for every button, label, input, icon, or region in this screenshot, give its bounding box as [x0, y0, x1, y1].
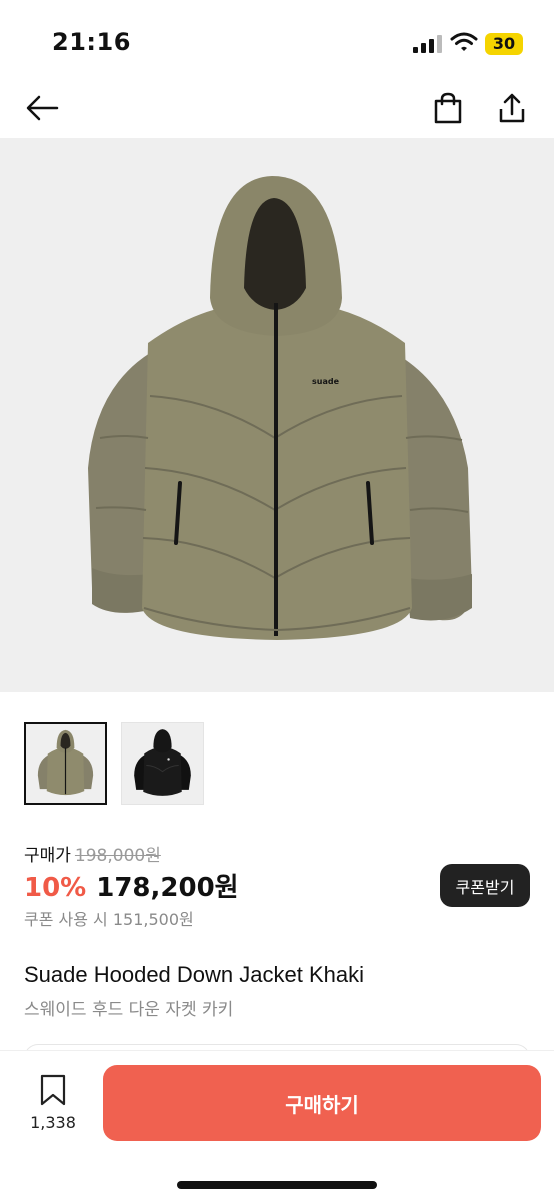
status-bar: 21:16 30: [0, 0, 554, 80]
chest-logo: suade: [312, 377, 340, 386]
product-name-en: Suade Hooded Down Jacket Khaki: [24, 962, 364, 987]
product-main-image[interactable]: suade: [0, 138, 554, 692]
buy-button[interactable]: 구매하기: [103, 1065, 541, 1141]
bottom-action-bar: 1,338 구매하기: [0, 1050, 554, 1200]
share-button[interactable]: [490, 86, 534, 130]
bookmark-count: 1,338: [30, 1113, 76, 1132]
top-nav: [0, 80, 554, 138]
shopping-bag-icon: [434, 92, 462, 124]
thumbnail-black[interactable]: [121, 722, 204, 805]
bookmark-button[interactable]: 1,338: [24, 1073, 82, 1139]
status-time: 21:16: [52, 28, 131, 56]
cart-button[interactable]: [426, 86, 470, 130]
sale-price: 178,200원: [96, 873, 239, 903]
back-button[interactable]: [20, 86, 64, 130]
home-indicator: [177, 1181, 377, 1189]
product-name-ko: 스웨이드 후드 다운 자켓 카키: [24, 1000, 234, 1020]
share-icon: [499, 93, 525, 123]
battery-icon: 30: [485, 33, 523, 55]
price-row: 10% 178,200원: [24, 867, 239, 904]
price-label: 구매가: [24, 846, 71, 866]
signal-icon: [413, 35, 443, 53]
bookmark-icon: [40, 1074, 66, 1106]
coupon-button[interactable]: 쿠폰받기: [440, 864, 530, 907]
original-price: 198,000원: [74, 846, 161, 866]
price-label-row: 구매가 198,000원: [24, 841, 161, 866]
coupon-price: 쿠폰 사용 시 151,500원: [24, 910, 194, 929]
wifi-icon: [450, 31, 478, 53]
back-arrow-icon: [26, 95, 59, 121]
thumbnail-list: [24, 722, 204, 806]
thumbnail-khaki[interactable]: [24, 722, 107, 805]
discount-rate: 10%: [24, 873, 87, 903]
